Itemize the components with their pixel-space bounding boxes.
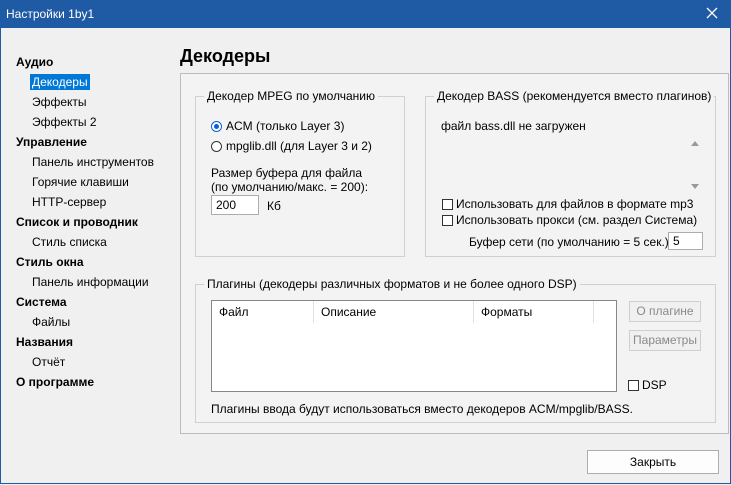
nav-item-toolbar[interactable]: Панель инструментов <box>16 152 176 172</box>
column-header-file[interactable]: Файл <box>212 301 314 323</box>
plugin-params-button[interactable]: Параметры <box>629 330 701 351</box>
checkbox-box <box>628 379 639 391</box>
nav-item-report[interactable]: Отчёт <box>16 352 176 372</box>
title-bar: Настройки 1by1 <box>0 0 731 28</box>
nav-item-list-style[interactable]: Стиль списка <box>16 232 176 252</box>
nav-item-hotkeys[interactable]: Горячие клавиши <box>16 172 176 192</box>
use-for-mp3-label: Использовать для файлов в формате mp3 <box>456 197 694 211</box>
plugin-about-button[interactable]: О плагине <box>629 301 701 322</box>
bass-info-scrollbar[interactable] <box>689 141 701 189</box>
plugins-note: Плагины ввода будут использоваться вмест… <box>211 402 633 416</box>
nav-item-http-server[interactable]: HTTP-сервер <box>16 192 176 212</box>
nav-item-label: Горячие клавиши <box>32 175 129 189</box>
mpglib-radio[interactable]: mpglib.dll (для Layer 3 и 2) <box>211 139 372 153</box>
decoders-panel: Декодер MPEG по умолчанию ACM (только La… <box>180 73 729 434</box>
scroll-down-icon[interactable] <box>691 184 699 189</box>
buffer-size-hint: (по умолчанию/макс. = 200): <box>211 180 369 194</box>
close-button[interactable]: Закрыть <box>587 450 719 474</box>
close-icon[interactable] <box>703 4 721 22</box>
nav-item-label: Панель информации <box>32 275 149 289</box>
dsp-label: DSP <box>642 378 667 392</box>
buffer-size-unit: Кб <box>267 199 281 213</box>
radio-dot <box>211 140 222 152</box>
use-proxy-label: Использовать прокси (см. раздел Система) <box>456 213 698 227</box>
nav-item-label: HTTP-сервер <box>32 195 107 209</box>
nav-category-control[interactable]: Управление <box>16 132 176 152</box>
plugins-legend: Плагины (декодеры различных форматов и н… <box>207 277 577 291</box>
settings-nav: Аудио Декодеры Эффекты Эффекты 2 Управле… <box>16 52 176 392</box>
checkbox-box <box>442 198 453 210</box>
plugins-list[interactable]: Файл Описание Форматы <box>211 300 617 392</box>
nav-category-about[interactable]: О программе <box>16 372 176 392</box>
mpglib-radio-label: mpglib.dll (для Layer 3 и 2) <box>226 139 372 153</box>
use-for-mp3-checkbox[interactable]: Использовать для файлов в формате mp3 <box>442 197 693 211</box>
nav-item-label: Отчёт <box>32 355 66 369</box>
nav-category-window-style[interactable]: Стиль окна <box>16 252 176 272</box>
column-header-description[interactable]: Описание <box>314 301 474 323</box>
buffer-size-label: Размер буфера для файла <box>211 166 363 180</box>
checkbox-box <box>442 214 453 226</box>
nav-item-label: Эффекты <box>32 95 87 109</box>
bass-decoder-legend: Декодер BASS (рекомендуется вместо плаги… <box>437 89 712 103</box>
nav-item-effects[interactable]: Эффекты <box>16 92 176 112</box>
acm-radio[interactable]: ACM (только Layer 3) <box>211 119 344 133</box>
mpeg-decoder-legend: Декодер MPEG по умолчанию <box>207 89 375 103</box>
bass-status-text: файл bass.dll не загружен <box>441 119 586 133</box>
net-buffer-input[interactable]: 5 <box>668 232 703 250</box>
nav-item-info-panel[interactable]: Панель информации <box>16 272 176 292</box>
nav-category-system[interactable]: Система <box>16 292 176 312</box>
net-buffer-label: Буфер сети (по умолчанию = 5 сек.): <box>469 235 673 249</box>
page-title: Декодеры <box>180 46 271 66</box>
nav-category-audio[interactable]: Аудио <box>16 52 176 72</box>
scroll-up-icon[interactable] <box>691 141 699 146</box>
nav-item-effects-2[interactable]: Эффекты 2 <box>16 112 176 132</box>
nav-item-label: Панель инструментов <box>32 155 154 169</box>
column-header-formats[interactable]: Форматы <box>474 301 594 323</box>
nav-item-label: Эффекты 2 <box>32 115 97 129</box>
nav-category-list-explorer[interactable]: Список и проводник <box>16 212 176 232</box>
window-title: Настройки 1by1 <box>6 7 95 21</box>
nav-item-label: Стиль списка <box>32 235 107 249</box>
nav-item-files[interactable]: Файлы <box>16 312 176 332</box>
nav-item-decoders[interactable]: Декодеры <box>16 72 176 92</box>
radio-dot <box>211 120 222 132</box>
nav-category-names[interactable]: Названия <box>16 332 176 352</box>
nav-item-label: Декодеры <box>30 74 90 90</box>
buffer-size-input[interactable]: 200 <box>211 195 259 215</box>
acm-radio-label: ACM (только Layer 3) <box>226 119 345 133</box>
use-proxy-checkbox[interactable]: Использовать прокси (см. раздел Система) <box>442 213 697 227</box>
dsp-checkbox[interactable]: DSP <box>628 378 667 392</box>
nav-item-label: Файлы <box>32 315 71 329</box>
